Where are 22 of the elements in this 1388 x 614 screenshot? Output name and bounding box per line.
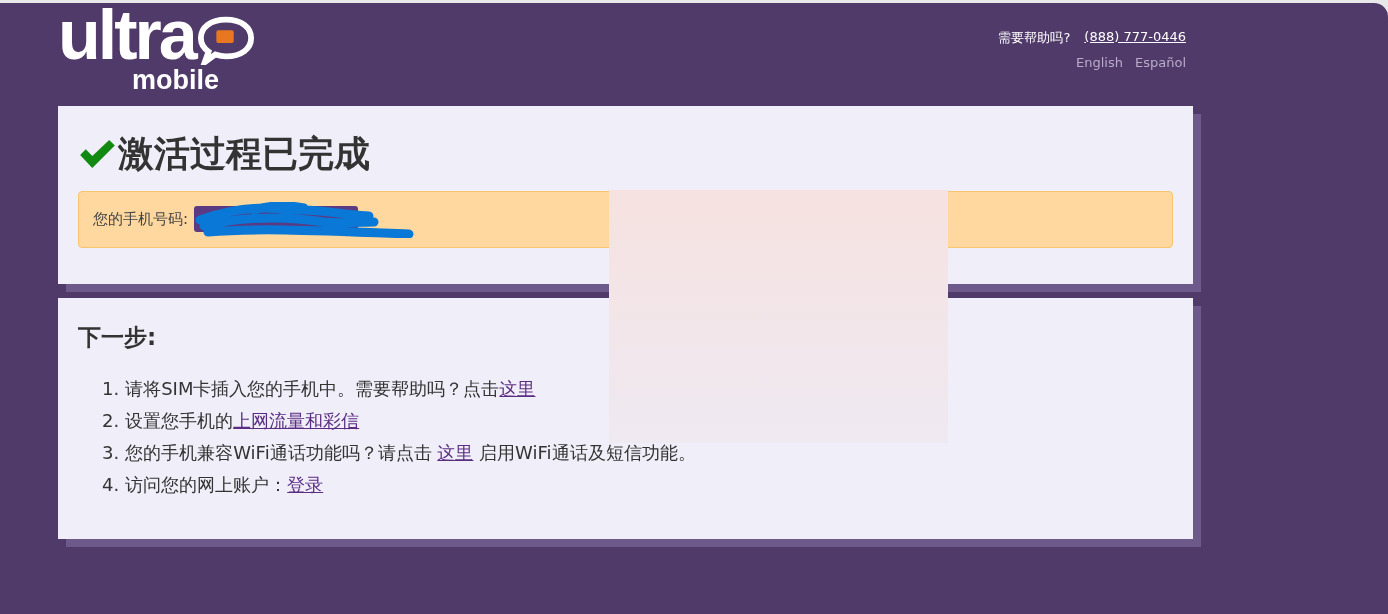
step-text: 您的手机兼容WiFi通话功能吗？请点击 [125,441,433,465]
step-number: 4. [102,473,120,497]
phone-link[interactable]: (888) 777-0446 [1084,29,1186,47]
step-number: 1. [102,377,120,401]
help-label: 需要帮助吗? [998,29,1071,47]
step-text: 请将SIM卡插入您的手机中。需要帮助吗？点击 [125,377,500,401]
step-text: 访问您的网上账户： [125,473,288,497]
logo[interactable]: ultra mobile [58,3,255,106]
step-link[interactable]: 这里 [437,439,474,467]
phone-number-label: 您的手机号码: [93,210,189,229]
step-link[interactable]: 这里 [499,375,536,403]
step-text: 启用WiFi通话及短信功能。 [478,441,696,465]
status-title: 激活过程已完成 [118,132,370,176]
language-link[interactable]: English [1076,55,1123,70]
next-steps-title: 下一步: [78,323,158,352]
step-link[interactable]: 上网流量和彩信 [233,407,360,435]
step-link[interactable]: 登录 [287,471,324,499]
checkmark-icon [78,139,116,169]
language-link[interactable]: Español [1135,55,1186,70]
step-number: 3. [102,441,120,465]
step-number: 2. [102,409,120,433]
step-text: 设置您手机的 [125,409,234,433]
